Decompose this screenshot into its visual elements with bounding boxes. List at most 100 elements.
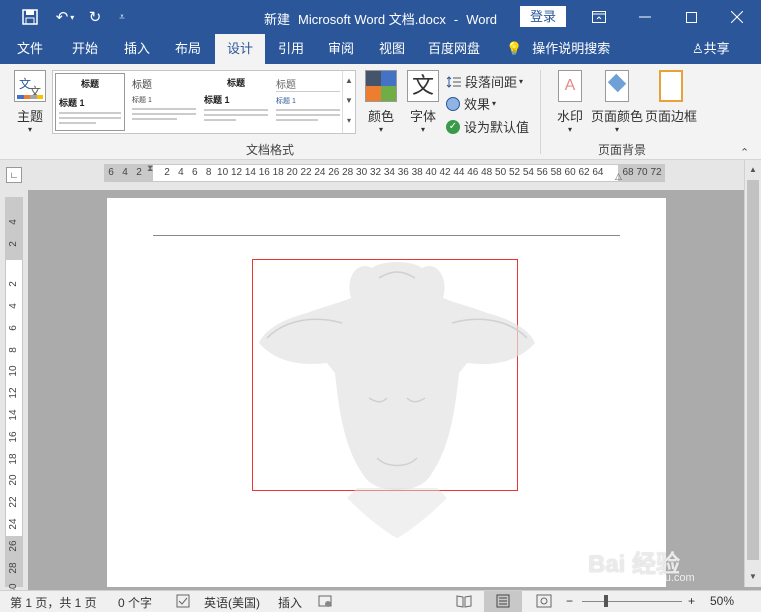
save-icon[interactable] <box>16 0 44 34</box>
style-set-heading: 标题 1 <box>204 95 230 105</box>
collapse-ribbon-icon[interactable]: ⌃ <box>740 146 749 159</box>
tab-selector[interactable]: ∟ <box>6 167 22 183</box>
document-page[interactable] <box>107 198 666 587</box>
undo-icon[interactable]: ↶ ▾ <box>48 0 82 34</box>
watermark-label: 水印 <box>556 109 583 124</box>
ruler-tick-label: 10 <box>8 365 19 377</box>
horizontal-ruler[interactable]: 6 4 2 2 4 6 8 10 12 14 16 18 20 22 24 26 28 30 32 34 36 38 40 4… <box>104 163 665 182</box>
chevron-down-icon[interactable]: ▼ <box>343 91 355 111</box>
maximize-icon[interactable] <box>668 0 714 34</box>
scroll-down-icon[interactable]: ▼ <box>745 569 761 585</box>
paragraph-spacing-button[interactable]: 段落间距 ▾ <box>446 72 523 91</box>
set-as-default-label: 设为默认值 <box>464 120 530 135</box>
style-set-heading: 标题 1 <box>132 97 152 104</box>
language-indicator[interactable]: 英语(美国) <box>204 594 260 611</box>
macro-record-icon[interactable] <box>318 594 332 611</box>
person-icon: ♙ <box>692 41 704 56</box>
fonts-button[interactable]: 文 字体 ▾ <box>404 70 442 134</box>
style-set-title: 标题 <box>80 79 99 89</box>
ruler-tick-label: 2 <box>8 281 19 287</box>
page-border-label: 页面边框 <box>645 109 698 124</box>
themes-button[interactable]: 文 文 主题 ▾ <box>10 70 50 134</box>
proofing-icon[interactable] <box>176 594 190 611</box>
print-layout-icon[interactable] <box>484 591 522 612</box>
customize-quick-access-icon[interactable]: ⩡ <box>114 0 130 34</box>
tab-review[interactable]: 审阅 <box>318 34 364 64</box>
web-layout-icon[interactable] <box>536 594 552 611</box>
tab-baidu-netdisk[interactable]: 百度网盘 <box>422 34 486 64</box>
chevron-down-icon: ▾ <box>614 125 619 134</box>
ruler-tick-label: 28 <box>8 562 19 574</box>
style-set-item[interactable]: 标题 标题 1 <box>201 73 271 131</box>
insert-mode-indicator[interactable]: 插入 <box>278 594 302 611</box>
ruler-tick-label: 16 <box>8 431 19 443</box>
page-count[interactable]: 第 1 页，共 1 页 <box>10 594 97 611</box>
zoom-slider-thumb[interactable] <box>604 595 608 607</box>
login-button[interactable]: 登录 <box>520 6 566 27</box>
ruler-tick-label: 26 <box>8 540 19 552</box>
zoom-out-icon[interactable]: − <box>566 594 573 608</box>
ruler-tick-label: 24 <box>8 518 19 530</box>
close-icon[interactable] <box>714 0 760 34</box>
ruler-tick-label: 4 <box>8 303 19 309</box>
ruler-tick-label: 18 <box>8 453 19 465</box>
chevron-down-icon: ▾ <box>420 125 425 134</box>
tab-layout[interactable]: 布局 <box>165 34 211 64</box>
style-set-title: 标题 <box>276 76 340 92</box>
page-color-label: 页面颜色 <box>591 109 644 124</box>
group-label-document-formatting: 文档格式 <box>246 143 295 157</box>
style-set-heading: 标题 1 <box>59 98 85 108</box>
page-borders-button[interactable]: 页面边框 <box>645 70 697 125</box>
tab-references[interactable]: 引用 <box>268 34 314 64</box>
ribbon-display-options-icon[interactable] <box>576 0 622 34</box>
style-set-gallery[interactable]: 标题 标题 1 标题 标题 1 标题 标题 1 标题 标题 1 ▲ ▼ ▾ <box>52 70 356 134</box>
page-color-button[interactable]: 页面颜色 ▾ <box>591 70 643 134</box>
indent-marker-icon[interactable]: ⧗ <box>147 163 153 174</box>
share-button[interactable]: ♙共享 <box>692 34 730 64</box>
style-set-item[interactable]: 标题 标题 1 <box>55 73 125 131</box>
style-set-item[interactable]: 标题 标题 1 <box>129 73 199 131</box>
group-divider <box>540 70 541 154</box>
vertical-ruler[interactable]: 4224681012141618202224262830 <box>5 197 23 595</box>
tab-file[interactable]: 文件 <box>8 34 52 64</box>
ruler-tick-label: 64 <box>592 167 604 178</box>
watermark-button[interactable]: A 水印 ▾ <box>552 70 588 134</box>
chevron-down-icon: ▾ <box>519 77 524 86</box>
title-bar: ↶ ▾ ↻ ⩡ 新建 Microsoft Word 文档.docx - Word 登录 <box>0 0 761 34</box>
tab-insert[interactable]: 插入 <box>114 34 160 64</box>
themes-icon: 文 文 <box>14 70 46 102</box>
effects-button[interactable]: 效果 ▾ <box>446 94 496 113</box>
zoom-in-icon[interactable]: + <box>688 594 695 608</box>
tab-view[interactable]: 视图 <box>369 34 415 64</box>
effects-icon <box>446 96 460 111</box>
tab-design[interactable]: 设计 <box>215 34 265 64</box>
gallery-more-icon[interactable]: ▾ <box>343 111 355 131</box>
chevron-down-icon: ▾ <box>492 99 497 108</box>
group-label-page-background: 页面背景 <box>598 143 647 157</box>
ruler-tick-label: 2 <box>136 167 142 178</box>
ruler-tick-label: 8 <box>8 346 19 353</box>
style-set-item[interactable]: 标题 标题 1 <box>273 73 343 131</box>
style-set-title: 标题 <box>226 78 245 88</box>
read-mode-icon[interactable] <box>456 594 472 611</box>
title-file: Microsoft Word 文档.docx <box>297 12 446 27</box>
scrollbar-thumb[interactable] <box>747 180 759 560</box>
tell-me-search[interactable]: 💡 操作说明搜索 <box>506 34 610 64</box>
vertical-scrollbar[interactable]: ▲ ▼ <box>744 160 761 587</box>
checkmark-icon: ✓ <box>446 119 460 134</box>
zoom-level[interactable]: 50% <box>710 594 734 608</box>
gallery-scroll[interactable]: ▲ ▼ ▾ <box>342 71 355 133</box>
chevron-up-icon[interactable]: ▲ <box>343 71 355 91</box>
redo-icon[interactable]: ↻ <box>84 0 106 34</box>
colors-button[interactable]: 颜色 ▾ <box>362 70 400 134</box>
minimize-icon[interactable] <box>622 0 668 34</box>
right-indent-marker-icon[interactable]: △ <box>615 171 622 182</box>
word-count[interactable]: 0 个字 <box>118 594 152 611</box>
watermark-icon: A <box>558 70 582 102</box>
tab-home[interactable]: 开始 <box>62 34 108 64</box>
zoom-slider[interactable] <box>582 601 682 602</box>
chevron-down-icon: ▾ <box>378 125 383 134</box>
set-as-default-button[interactable]: ✓ 设为默认值 <box>446 117 529 136</box>
scroll-up-icon[interactable]: ▲ <box>745 162 761 178</box>
ruler-tick-label: 72 <box>650 167 662 178</box>
